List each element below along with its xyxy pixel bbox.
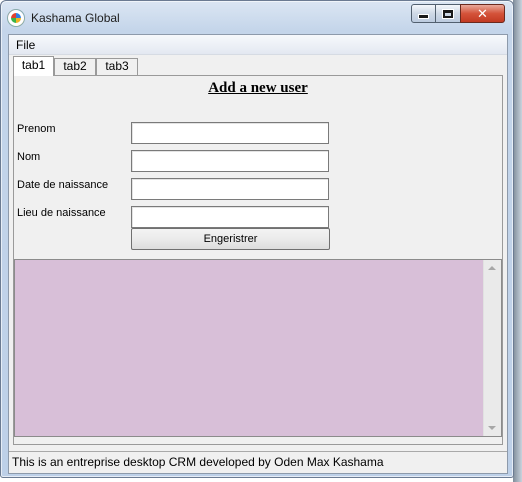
app-window: Kashama Global ✕ File tab1 tab2 tab3 Add… xyxy=(0,0,514,478)
status-text: This is an entreprise desktop CRM develo… xyxy=(12,455,384,469)
close-button[interactable]: ✕ xyxy=(460,4,505,23)
window-title: Kashama Global xyxy=(31,11,120,25)
prenom-input[interactable] xyxy=(131,122,329,144)
scroll-down-arrow-icon[interactable] xyxy=(488,426,496,430)
tab-tab1[interactable]: tab1 xyxy=(13,56,54,76)
nom-input[interactable] xyxy=(131,150,329,172)
close-icon: ✕ xyxy=(477,5,488,21)
maximize-button[interactable] xyxy=(435,4,461,23)
maximize-icon xyxy=(443,9,453,18)
form-title: Add a new user xyxy=(208,80,308,96)
lieu-de-naissance-label: Lieu de naissance xyxy=(17,207,106,219)
tab-tab3[interactable]: tab3 xyxy=(96,58,138,75)
output-area xyxy=(14,259,502,437)
lieu-de-naissance-input[interactable] xyxy=(131,206,329,228)
client-area: File tab1 tab2 tab3 Add a new user Preno… xyxy=(8,34,508,474)
date-de-naissance-input[interactable] xyxy=(131,178,329,200)
app-logo-icon xyxy=(8,10,24,26)
prenom-label: Prenom xyxy=(17,123,56,135)
status-bar: This is an entreprise desktop CRM develo… xyxy=(9,451,507,472)
date-de-naissance-label: Date de naissance xyxy=(17,179,109,191)
desktop-background xyxy=(513,0,522,482)
tab-panel: Add a new user Prenom Nom Date de naissa… xyxy=(13,75,503,445)
tab-tab2[interactable]: tab2 xyxy=(54,58,96,75)
menu-file[interactable]: File xyxy=(16,38,35,52)
vertical-scrollbar[interactable] xyxy=(483,260,501,436)
enregistrer-button[interactable]: Engeristrer xyxy=(131,228,330,250)
nom-label: Nom xyxy=(17,151,41,163)
minimize-icon xyxy=(419,15,428,18)
menu-bar: File xyxy=(9,35,507,55)
scroll-up-arrow-icon[interactable] xyxy=(488,266,496,270)
title-bar[interactable]: Kashama Global ✕ xyxy=(1,1,513,33)
output-textarea[interactable] xyxy=(15,260,485,436)
minimize-button[interactable] xyxy=(411,4,436,23)
